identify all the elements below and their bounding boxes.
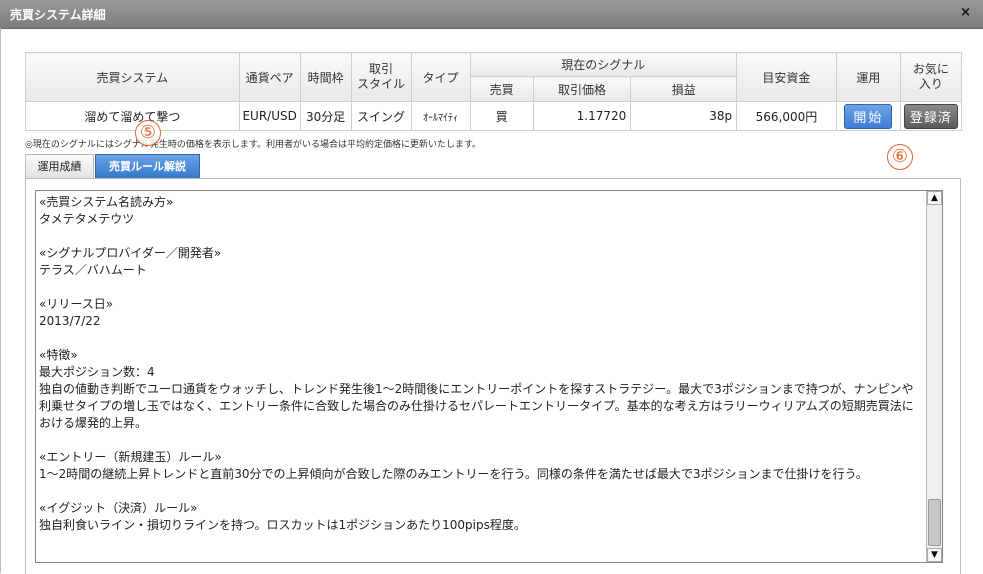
close-icon[interactable]: ×	[960, 5, 971, 20]
scroll-down-icon[interactable]: ▼	[927, 548, 942, 562]
header-pair: 通貨ペア	[238, 52, 301, 102]
table-row: 溜めて溜めて撃つ EUR/USD 30分足 スイング ｵｰﾙﾏｲﾃｨ 買 1.1…	[25, 101, 963, 131]
cell-pair: EUR/USD	[238, 101, 301, 131]
scroll-up-icon[interactable]: ▲	[927, 191, 942, 205]
header-price: 取引価格	[532, 76, 632, 102]
rules-text: «売買システム名読み方» タメテタメテウツ «シグナルプロバイダー／開発者» テ…	[39, 195, 914, 532]
scrollbar[interactable]: ▲ ▼	[926, 191, 942, 562]
header-timeframe: 時間枠	[299, 52, 352, 102]
system-info-table: 売買システム 通貨ペア 時間枠 取引 スタイル タイプ 現在のシグナル 目安資金…	[25, 52, 963, 131]
cell-timeframe: 30分足	[299, 101, 352, 131]
tab-panel: «売買システム名読み方» タメテタメテウツ «シグナルプロバイダー／開発者» テ…	[25, 178, 961, 574]
header-pl: 損益	[630, 76, 738, 102]
header-operate: 運用	[835, 52, 901, 102]
cell-favorite: 登録済	[899, 101, 963, 131]
window-title: 売買システム詳細	[10, 8, 106, 22]
signal-note: ◎現在のシグナルにはシグナル発生時の価格を表示します。利用者がいる場合は平均約定…	[25, 140, 482, 150]
cell-pl: 38p	[630, 101, 738, 131]
header-favorite: お気に 入り	[899, 52, 963, 102]
cell-type: ｵｰﾙﾏｲﾃｨ	[410, 101, 471, 131]
window-border	[0, 28, 1, 573]
scroll-thumb[interactable]	[928, 499, 941, 546]
header-side: 売買	[469, 76, 534, 102]
annotation-marker-6: ⑥	[887, 144, 913, 170]
cell-capital: 566,000円	[736, 101, 837, 131]
window-titlebar: 売買システム詳細 ×	[0, 0, 983, 29]
cell-operate: 開始	[835, 101, 901, 131]
cell-side: 買	[469, 101, 534, 131]
registered-button[interactable]: 登録済	[903, 103, 958, 129]
header-type: タイプ	[410, 52, 471, 102]
header-capital: 目安資金	[736, 52, 837, 102]
header-signal: 現在のシグナル	[469, 52, 738, 77]
cell-system: 溜めて溜めて撃つ	[25, 101, 240, 131]
start-button[interactable]: 開始	[844, 103, 893, 129]
cell-price: 1.17720	[532, 101, 632, 131]
header-style: 取引 スタイル	[350, 52, 412, 102]
tab-performance[interactable]: 運用成績	[25, 154, 94, 178]
annotation-marker-5: ⑤	[135, 120, 161, 146]
header-system: 売買システム	[25, 52, 240, 102]
tab-rules[interactable]: 売買ルール解説	[95, 154, 200, 178]
cell-style: スイング	[350, 101, 412, 131]
rules-textarea[interactable]: «売買システム名読み方» タメテタメテウツ «シグナルプロバイダー／開発者» テ…	[35, 190, 943, 563]
